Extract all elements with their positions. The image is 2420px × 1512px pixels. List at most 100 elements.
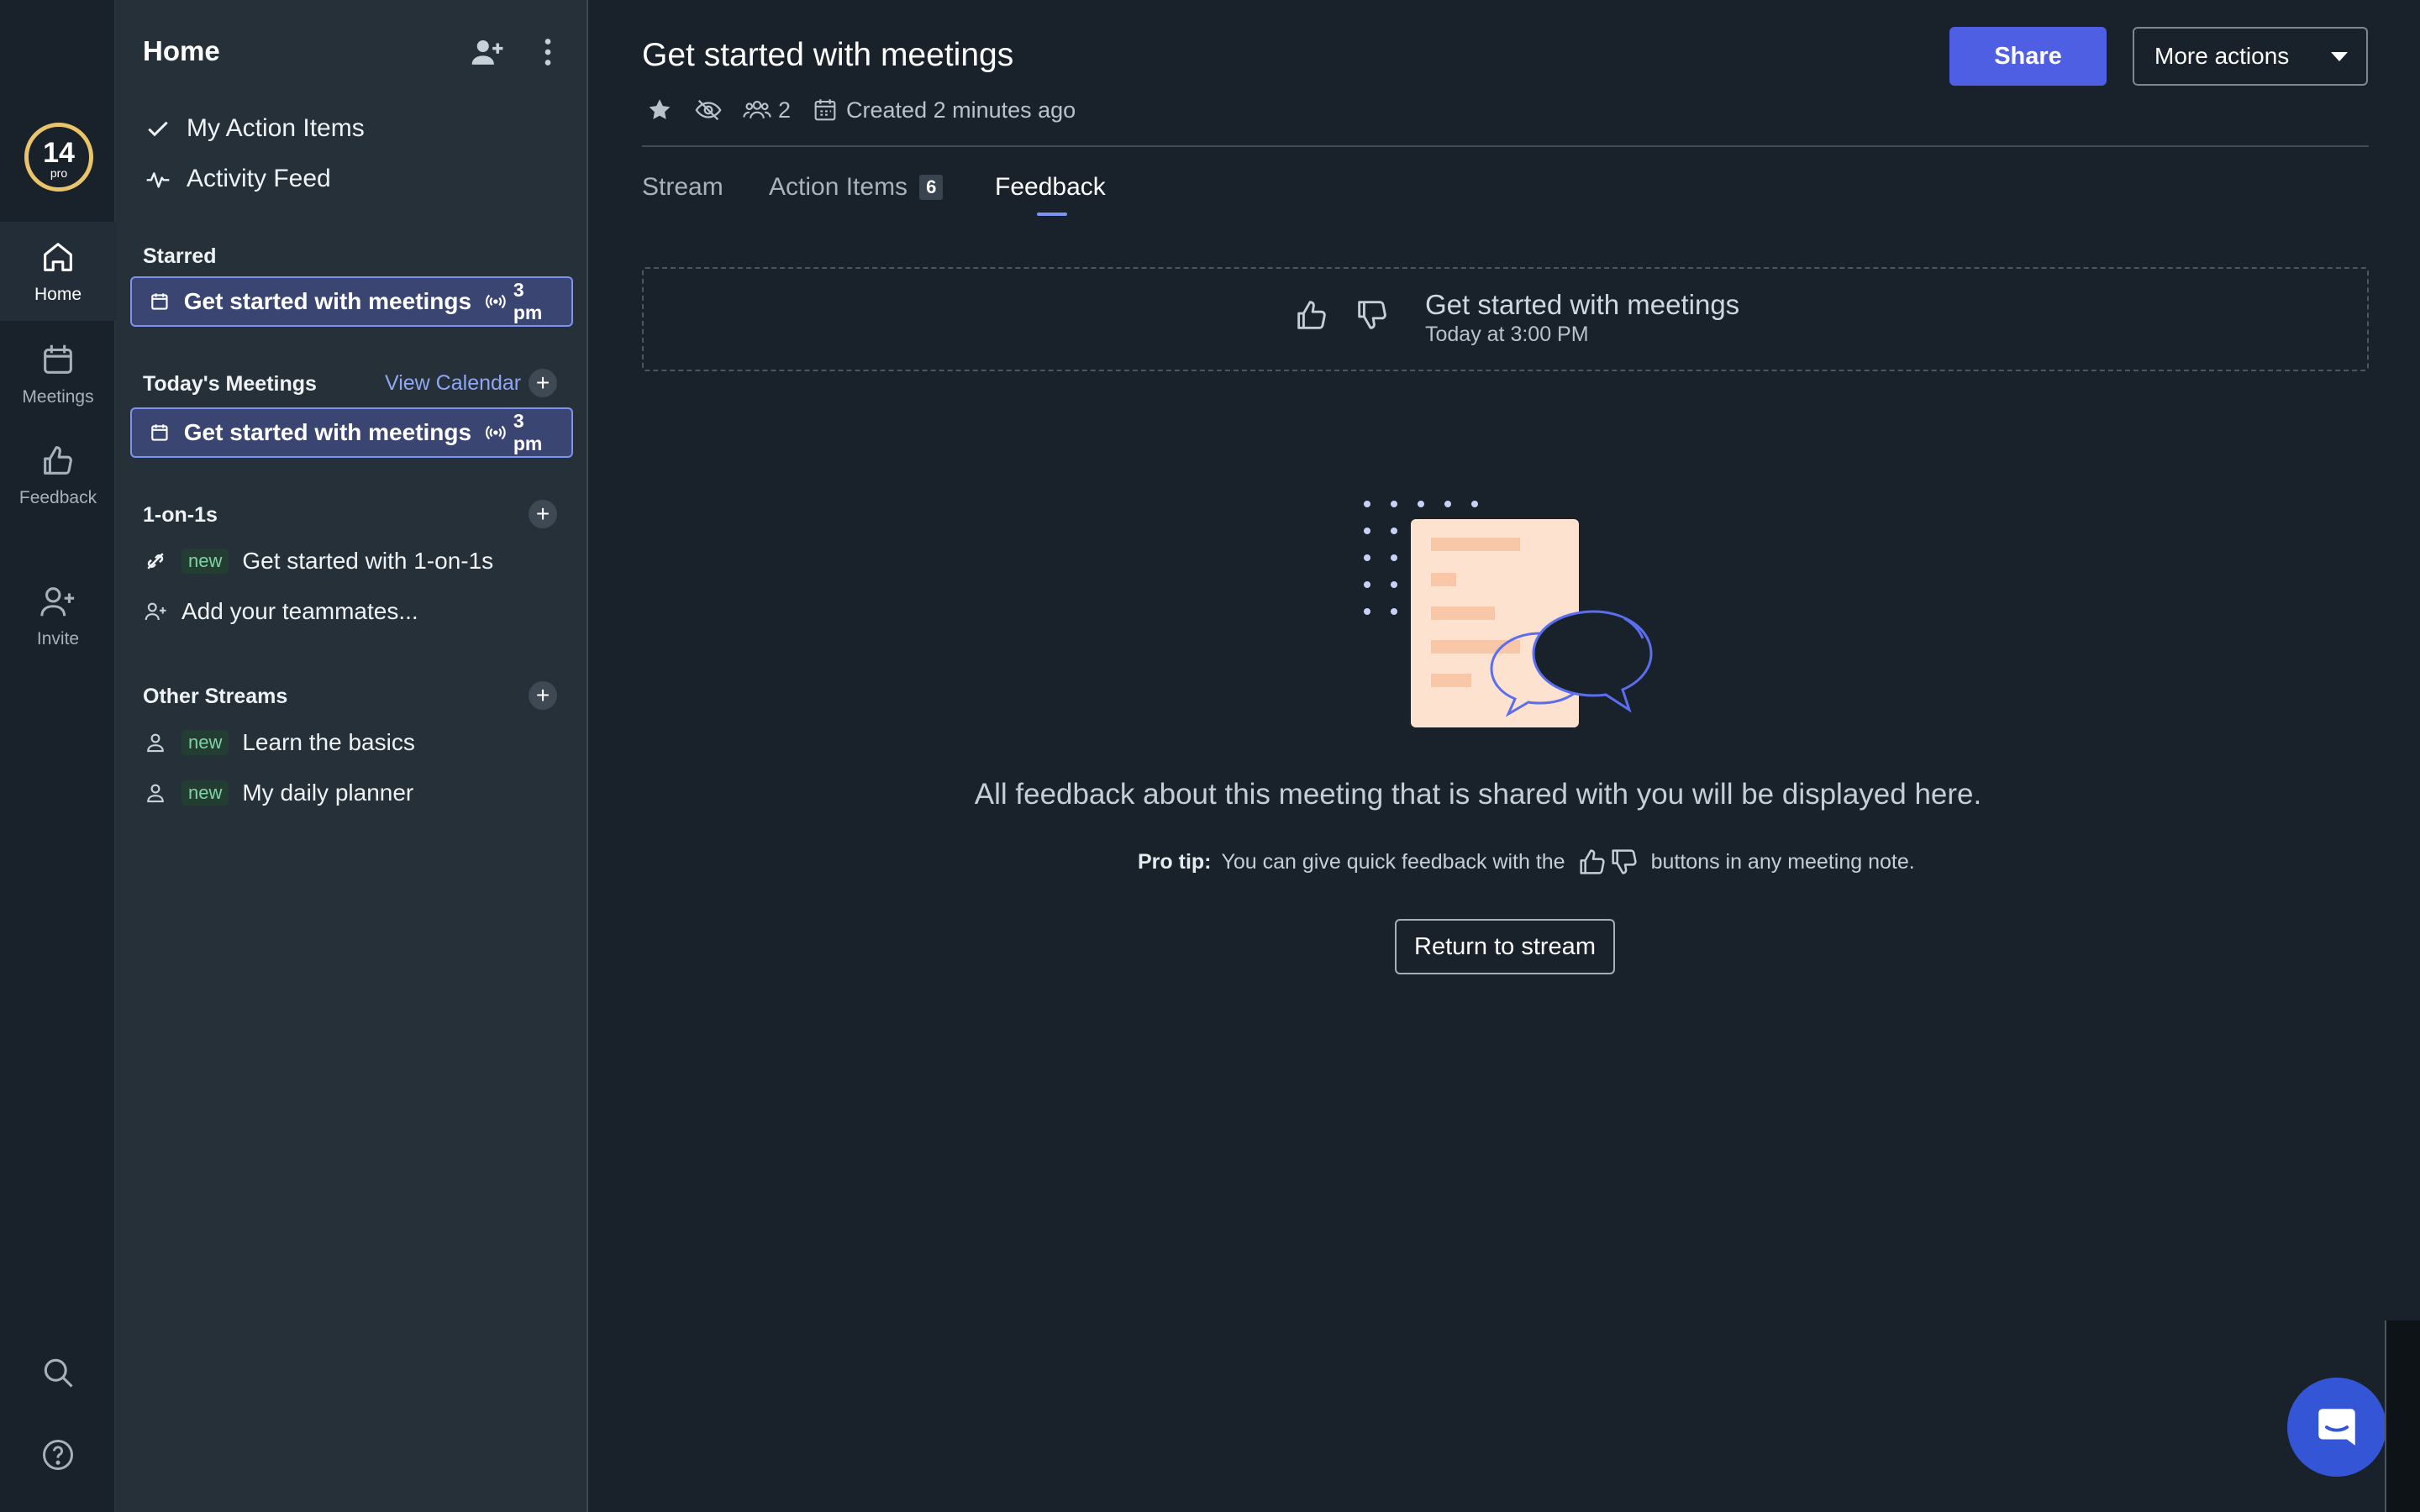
share-button[interactable]: Share — [1949, 27, 2107, 86]
rail-home-label: Home — [34, 285, 82, 304]
streak-plan: pro — [50, 166, 68, 180]
add-person-button[interactable] — [469, 34, 506, 71]
icon-rail: 14 pro Home Meetings Feedback Invite — [0, 0, 116, 1512]
pro-tip: Pro tip: You can give quick feedback wit… — [1138, 845, 1915, 879]
rail-feedback[interactable]: Feedback — [0, 425, 116, 524]
rail-search[interactable] — [0, 1354, 116, 1391]
meeting-meta: 2 Created 2 minutes ago — [645, 96, 1076, 124]
chat-launcher-button[interactable] — [2287, 1378, 2386, 1477]
add-one-on-one-button[interactable]: + — [529, 500, 557, 528]
meeting-time: 3 pm — [485, 279, 558, 324]
meeting-time-text: 3 pm — [513, 279, 543, 323]
activity-icon — [146, 172, 170, 188]
thumbs-up-icon[interactable] — [1292, 296, 1331, 334]
sidebar-menu-button[interactable] — [529, 34, 566, 71]
meeting-label: Get started with meetings — [183, 288, 472, 314]
tab-label: Action Items — [769, 173, 908, 201]
stream-label: Learn the basics — [242, 729, 415, 755]
pro-tip-text-after: buttons in any meeting note. — [1650, 849, 1915, 874]
new-tag: new — [182, 730, 229, 755]
sidebar-link-action-items[interactable]: My Action Items — [145, 114, 365, 143]
feedback-buttons — [1292, 296, 1392, 334]
thumbs-up-icon — [44, 446, 72, 475]
more-vertical-icon — [544, 39, 551, 66]
attendees[interactable]: 2 — [743, 96, 791, 124]
star-button[interactable] — [645, 96, 674, 124]
return-to-stream-button[interactable]: Return to stream — [1395, 919, 1615, 974]
plus-icon: + — [535, 501, 550, 527]
user-plus-icon — [471, 40, 503, 65]
add-stream-button[interactable]: + — [529, 681, 557, 710]
rail-meetings[interactable]: Meetings — [0, 324, 116, 423]
streak-number: 14 — [43, 137, 75, 169]
sidebar: Home My Action Items Activity Feed Starr… — [116, 0, 588, 1512]
tab-stream[interactable]: Stream — [642, 173, 723, 202]
broadcast-icon — [486, 294, 506, 309]
link-slash-icon — [147, 553, 164, 570]
starred-meeting-item[interactable]: Get started with meetings 3 pm — [130, 276, 573, 327]
active-tab-indicator — [1037, 213, 1067, 216]
pro-tip-text-before: You can give quick feedback with the — [1221, 849, 1565, 874]
section-other-streams: Other Streams — [143, 685, 288, 708]
feedback-card-subtitle: Today at 3:00 PM — [1425, 323, 1589, 346]
one-on-one-item[interactable]: new Get started with 1-on-1s — [143, 548, 493, 575]
sidebar-link-activity-feed[interactable]: Activity Feed — [145, 165, 331, 193]
empty-feedback-illustration — [1364, 501, 1653, 727]
calendar-icon — [814, 99, 836, 121]
home-icon — [44, 243, 72, 271]
today-meeting-item[interactable]: Get started with meetings 3 pm — [130, 407, 573, 458]
add-meeting-button[interactable]: + — [529, 369, 557, 397]
star-icon — [649, 99, 671, 119]
feedback-card-title: Get started with meetings — [1425, 289, 1740, 320]
rail-invite[interactable]: Invite — [0, 566, 116, 665]
tab-action-items[interactable]: Action Items 6 — [769, 173, 944, 202]
check-icon — [148, 121, 168, 137]
section-one-on-ones: 1-on-1s — [143, 503, 218, 527]
created-info: Created 2 minutes ago — [811, 96, 1076, 124]
page-title: Get started with meetings — [642, 37, 1014, 73]
thumbs-down-icon[interactable] — [1353, 296, 1392, 334]
calendar-icon — [151, 424, 168, 441]
people-icon — [743, 101, 771, 119]
user-plus-icon — [145, 602, 166, 621]
caret-down-icon — [2331, 51, 2348, 61]
section-todays-meetings: Today's Meetings — [143, 372, 317, 396]
meeting-time: 3 pm — [485, 410, 558, 455]
meeting-time-text: 3 pm — [513, 410, 543, 454]
stream-item[interactable]: new Learn the basics — [143, 729, 415, 756]
tab-label: Stream — [642, 173, 723, 201]
rail-feedback-label: Feedback — [18, 488, 97, 507]
header-divider — [642, 145, 2369, 147]
tab-label: Feedback — [995, 173, 1106, 201]
rail-home[interactable]: Home — [0, 222, 116, 321]
pro-tip-label: Pro tip: — [1138, 849, 1212, 874]
streak-badge[interactable]: 14 pro — [24, 123, 93, 192]
user-plus-icon — [40, 587, 75, 617]
chat-icon — [2318, 1409, 2355, 1446]
attendee-count: 2 — [778, 97, 792, 123]
view-calendar-link[interactable]: View Calendar — [385, 371, 521, 396]
plus-icon: + — [535, 682, 550, 708]
created-text: Created 2 minutes ago — [846, 97, 1076, 123]
person-icon — [147, 733, 164, 753]
eye-off-icon — [695, 99, 722, 121]
more-actions-button[interactable]: More actions — [2133, 27, 2368, 86]
thumbs-up-icon — [1579, 849, 1605, 874]
thumbs-down-icon — [1611, 849, 1637, 874]
sidebar-title: Home — [143, 35, 220, 66]
visibility-button[interactable] — [694, 96, 723, 124]
stream-label: Add your teammates... — [182, 598, 418, 624]
add-teammates-item[interactable]: Add your teammates... — [143, 598, 418, 625]
sidebar-link-label: My Action Items — [187, 114, 365, 142]
stream-label: Get started with 1-on-1s — [242, 548, 494, 574]
empty-state-message: All feedback about this meeting that is … — [974, 778, 1982, 811]
tab-count-badge: 6 — [919, 175, 944, 200]
rail-help[interactable] — [0, 1436, 116, 1473]
tab-feedback[interactable]: Feedback — [995, 173, 1106, 202]
rail-meetings-label: Meetings — [22, 387, 94, 407]
more-actions-label: More actions — [2154, 43, 2290, 69]
calendar-icon — [151, 293, 168, 310]
new-tag: new — [182, 549, 229, 574]
sidebar-link-label: Activity Feed — [187, 165, 331, 192]
search-icon — [44, 1358, 73, 1388]
